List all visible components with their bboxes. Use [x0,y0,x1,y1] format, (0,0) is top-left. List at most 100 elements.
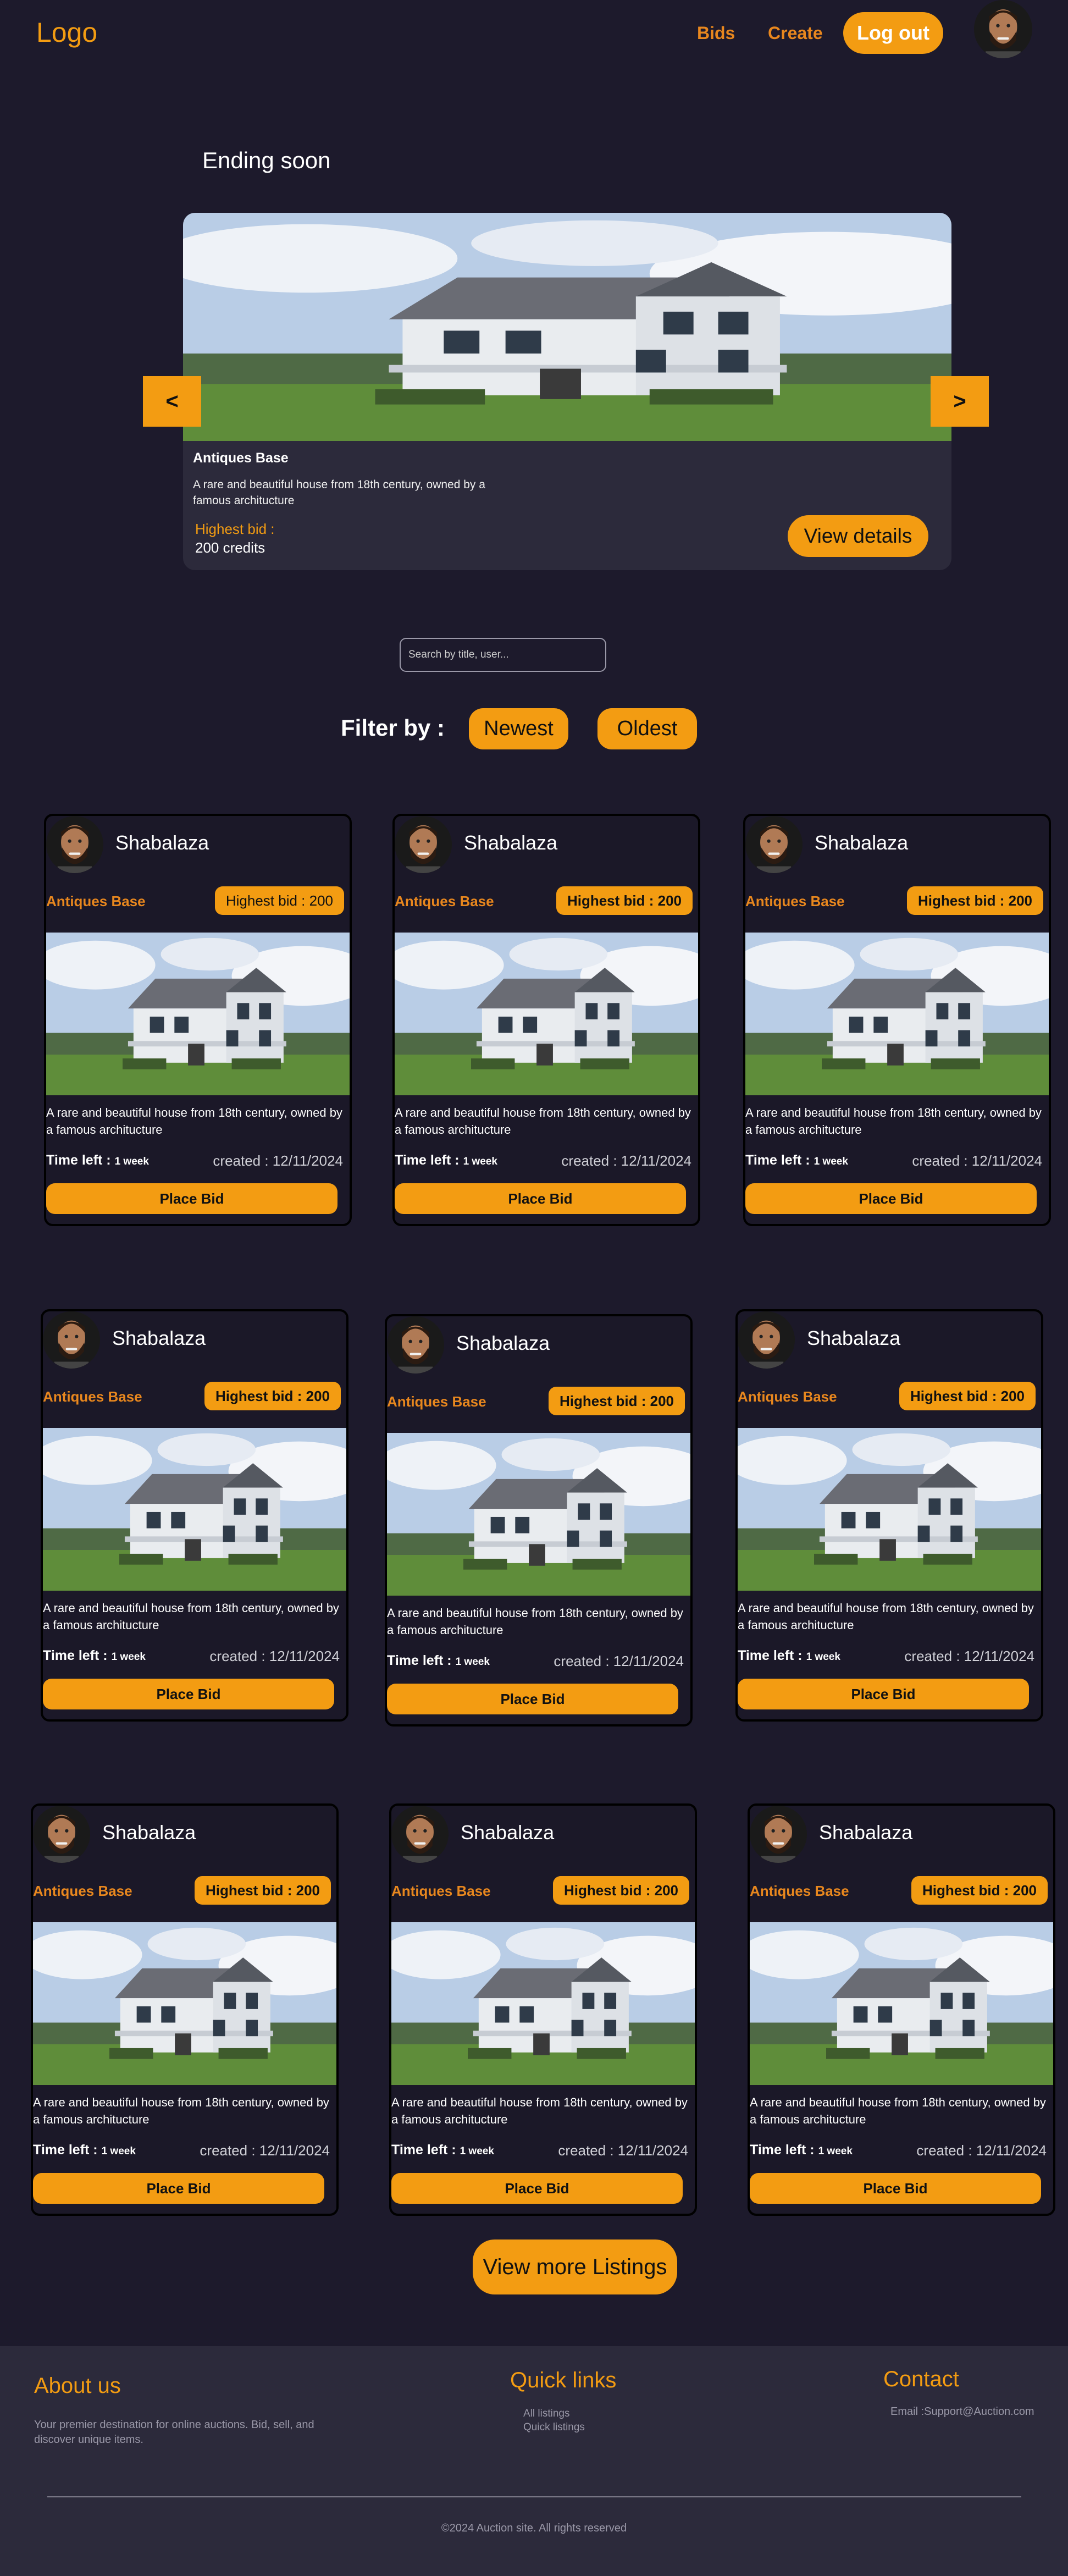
time-left: Time left : 1 week [43,1648,146,1663]
listing-title: Antiques Base [33,1883,132,1899]
seller-name: Shabalaza [102,1821,196,1844]
footer-contact-email[interactable]: Email :Support@Auction.com [890,2406,1034,2418]
footer-link-quick-listings[interactable]: Quick listings [523,2421,585,2434]
seller-avatar [387,1316,444,1374]
time-left: Time left : 1 week [46,1152,149,1168]
listing-title: Antiques Base [387,1393,486,1410]
nav-create-link[interactable]: Create [768,23,823,43]
seller-avatar [745,816,803,873]
created-date: created : 12/11/2024 [554,1653,684,1669]
time-left: Time left : 1 week [391,2142,494,2158]
seller-avatar [391,1806,449,1863]
search-input[interactable] [400,638,606,672]
filter-oldest-button[interactable]: Oldest [597,708,697,749]
created-date: created : 12/11/2024 [558,2142,688,2159]
footer-link-all-listings[interactable]: All listings [523,2408,569,2420]
listing-description: A rare and beautiful house from 18th cen… [391,2095,688,2126]
listing-image [43,1428,346,1591]
footer-divider [47,2496,1021,2497]
highest-bid-badge: Highest bid : 200 [548,1387,685,1415]
listing-image [738,1428,1041,1591]
ending-soon-carousel: Antiques Base A rare and beautiful house… [183,213,951,570]
view-details-button[interactable]: View details [788,515,928,557]
place-bid-button[interactable]: Place Bid [750,2173,1041,2204]
place-bid-button[interactable]: Place Bid [745,1183,1037,1214]
listing-image [33,1922,336,2085]
filter-label: Filter by : [341,715,445,741]
listing-card: Shabalaza Antiques Base Highest bid : 20… [385,1314,693,1726]
seller-avatar [738,1311,795,1369]
created-date: created : 12/11/2024 [904,1648,1034,1664]
listing-image [391,1922,695,2085]
created-date: created : 12/11/2024 [912,1152,1042,1169]
listing-description: A rare and beautiful house from 18th cen… [43,1601,339,1632]
listing-title: Antiques Base [43,1388,142,1405]
seller-name: Shabalaza [112,1327,206,1349]
logo[interactable]: Logo [36,16,97,48]
seller-avatar [395,816,452,873]
seller-avatar [33,1806,90,1863]
listing-card: Shabalaza Antiques Base Highest bid : 20… [389,1803,697,2216]
seller-name: Shabalaza [815,831,909,854]
time-left: Time left : 1 week [387,1653,490,1668]
highest-bid-badge: Highest bid : 200 [906,886,1043,915]
created-date: created : 12/11/2024 [209,1648,340,1664]
listing-card: Shabalaza Antiques Base Highest bid : 20… [748,1803,1055,2216]
seller-avatar [43,1311,100,1369]
listing-title: Antiques Base [750,1883,849,1899]
highest-bid-badge: Highest bid : 200 [899,1382,1036,1410]
footer-about-text: Your premier destination for online auct… [34,2419,314,2446]
listing-title: Antiques Base [745,893,845,909]
place-bid-button[interactable]: Place Bid [391,2173,683,2204]
listing-description: A rare and beautiful house from 18th cen… [193,478,485,507]
user-avatar[interactable] [974,0,1032,58]
highest-bid-badge: Highest bid : 200 [911,1876,1048,1905]
place-bid-button[interactable]: Place Bid [33,2173,324,2204]
ending-soon-title: Ending soon [202,147,331,173]
created-date: created : 12/11/2024 [213,1152,343,1169]
time-left: Time left : 1 week [33,2142,136,2158]
carousel-next-button[interactable]: > [931,376,989,427]
listing-image [46,933,350,1095]
created-date: created : 12/11/2024 [200,2142,330,2159]
highest-bid-badge: Highest bid : 200 [556,886,693,915]
footer: About us Your premier destination for on… [0,2346,1068,2576]
listing-image [395,933,698,1095]
created-date: created : 12/11/2024 [561,1152,691,1169]
seller-name: Shabalaza [819,1821,913,1844]
listing-description: A rare and beautiful house from 18th cen… [387,1606,683,1637]
carousel-prev-button[interactable]: < [143,376,201,427]
seller-avatar [750,1806,807,1863]
place-bid-button[interactable]: Place Bid [387,1684,678,1714]
filter-newest-button[interactable]: Newest [469,708,568,749]
highest-bid-badge: Highest bid : 200 [204,1382,341,1410]
seller-name: Shabalaza [807,1327,901,1349]
footer-contact-title: Contact [883,2367,959,2391]
created-date: created : 12/11/2024 [916,2142,1047,2159]
place-bid-button[interactable]: Place Bid [738,1679,1029,1709]
listing-image [745,933,1049,1095]
place-bid-button[interactable]: Place Bid [46,1183,337,1214]
footer-about-title: About us [34,2374,121,2398]
listing-title: Antiques Base [193,450,289,466]
footer-copyright: ©2024 Auction site. All rights reserved [441,2522,627,2534]
listing-description: A rare and beautiful house from 18th cen… [46,1106,342,1137]
view-more-listings-button[interactable]: View more Listings [473,2239,677,2294]
listing-image [183,213,951,441]
logout-button[interactable]: Log out [843,12,943,54]
seller-name: Shabalaza [461,1821,555,1844]
listing-description: A rare and beautiful house from 18th cen… [738,1601,1034,1632]
nav-bids-link[interactable]: Bids [697,23,735,43]
highest-bid-badge: Highest bid : 200 [214,886,344,915]
listing-title: Antiques Base [395,893,494,909]
listing-title: Antiques Base [391,1883,491,1899]
listing-card: Shabalaza Antiques Base Highest bid : 20… [41,1309,348,1722]
place-bid-button[interactable]: Place Bid [43,1679,334,1709]
listing-description: A rare and beautiful house from 18th cen… [395,1106,691,1137]
highest-bid-label: Highest bid : [195,521,275,537]
listing-card: Shabalaza Antiques Base Highest bid : 20… [743,814,1051,1226]
seller-name: Shabalaza [464,831,558,854]
place-bid-button[interactable]: Place Bid [395,1183,686,1214]
seller-name: Shabalaza [115,831,209,854]
highest-bid-value: 200 credits [195,539,265,556]
